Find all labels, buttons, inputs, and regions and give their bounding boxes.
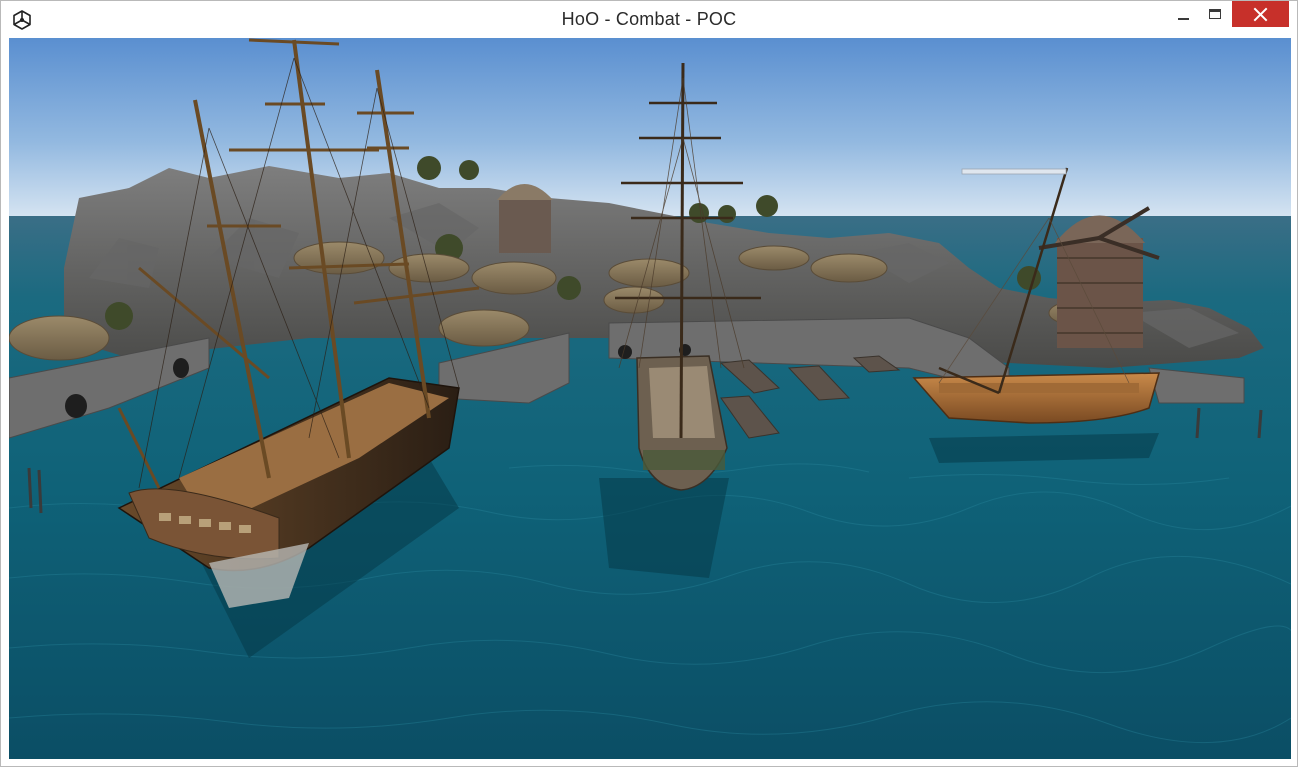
game-viewport[interactable]: [9, 38, 1291, 759]
game-window: HoO - Combat - POC: [0, 0, 1298, 767]
harbor-scene: [9, 38, 1291, 759]
unity-logo-icon[interactable]: [11, 9, 33, 31]
progress-bar-icon: [961, 168, 1067, 175]
minimize-icon: [1178, 18, 1189, 20]
title-bar[interactable]: HoO - Combat - POC: [1, 1, 1297, 38]
maximize-icon: [1209, 9, 1221, 19]
window-title: HoO - Combat - POC: [561, 9, 737, 29]
close-button[interactable]: [1232, 1, 1289, 27]
close-icon: [1253, 7, 1268, 22]
minimize-button[interactable]: [1168, 1, 1200, 27]
maximize-button[interactable]: [1200, 1, 1232, 27]
window-controls: [1168, 1, 1297, 31]
